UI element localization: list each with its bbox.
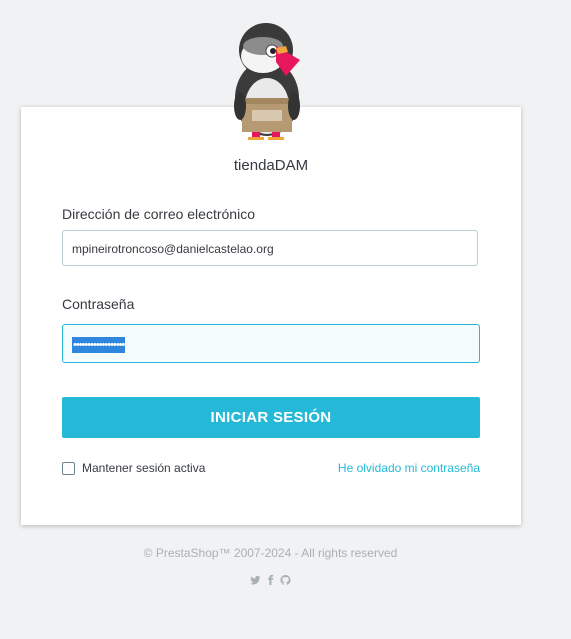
forgot-password-link[interactable]: He olvidado mi contraseña bbox=[338, 460, 480, 476]
twitter-icon[interactable] bbox=[250, 573, 261, 585]
login-card: tiendaDAM Dirección de correo electrónic… bbox=[21, 107, 521, 525]
login-button[interactable]: INICIAR SESIÓN bbox=[62, 397, 480, 438]
shop-name: tiendaDAM bbox=[233, 157, 309, 174]
login-page: tiendaDAM Dirección de correo electrónic… bbox=[0, 0, 571, 639]
remember-me-label: Mantener sesión activa bbox=[82, 461, 206, 475]
email-label: Dirección de correo electrónico bbox=[62, 206, 255, 222]
github-icon[interactable] bbox=[280, 573, 291, 585]
password-mask-text: •••••••••••••••••• bbox=[72, 336, 125, 353]
facebook-icon[interactable] bbox=[265, 573, 276, 586]
remember-me-control[interactable]: Mantener sesión activa bbox=[62, 460, 205, 476]
copyright-text: © PrestaShop™ 2007-2024 - All rights res… bbox=[143, 546, 398, 560]
password-label: Contraseña bbox=[62, 296, 135, 312]
prestashop-puffin-logo bbox=[234, 23, 300, 140]
remember-me-checkbox[interactable] bbox=[62, 461, 75, 475]
social-links bbox=[250, 572, 291, 586]
email-field[interactable]: mpineirotroncoso@danielcastelao.org bbox=[62, 230, 478, 266]
password-field[interactable]: •••••••••••••••••• bbox=[62, 324, 480, 363]
